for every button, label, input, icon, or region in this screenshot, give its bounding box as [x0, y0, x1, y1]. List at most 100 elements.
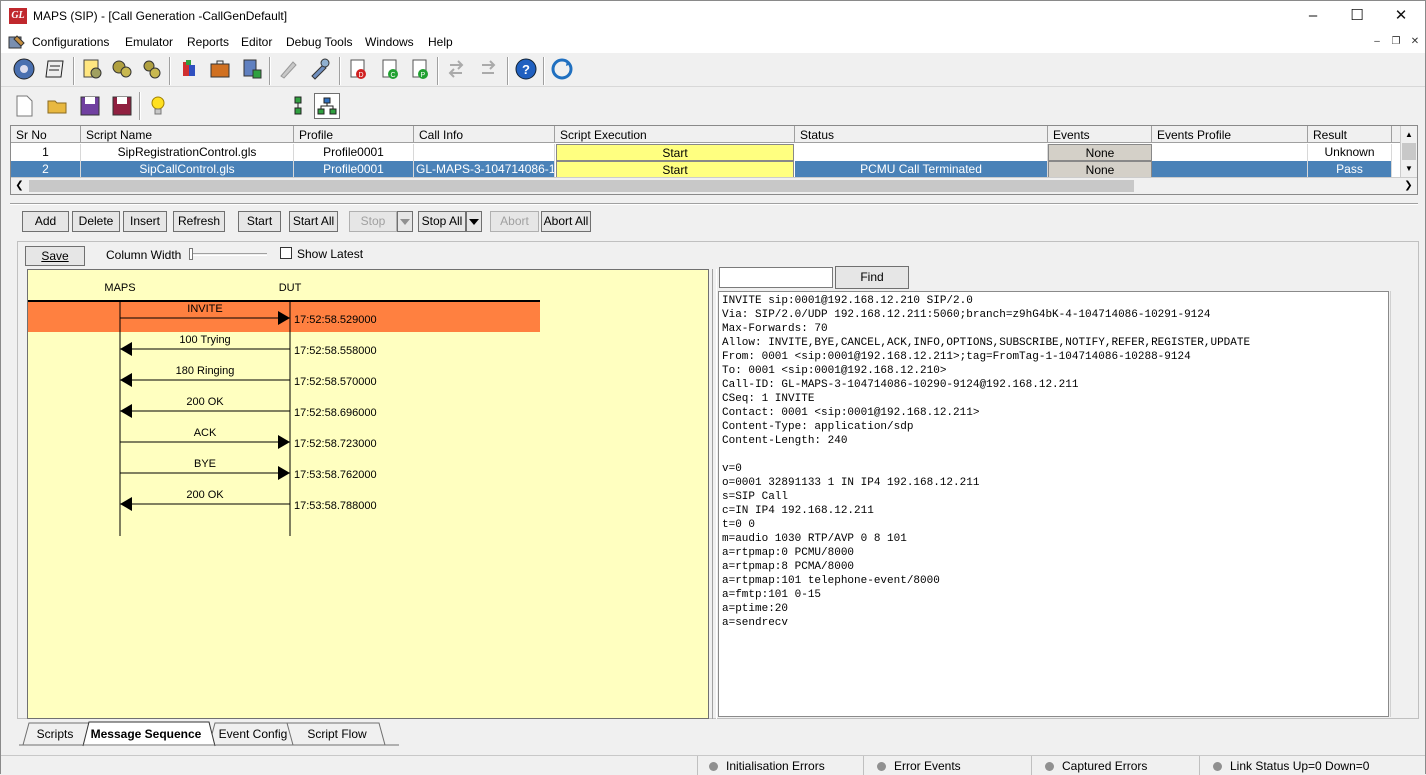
header-events[interactable]: Events	[1048, 126, 1152, 143]
header-result[interactable]: Result	[1308, 126, 1392, 143]
message-label: ACK	[194, 427, 217, 439]
sequence-message[interactable]: 100 Trying 17:52:58.558000	[120, 334, 377, 357]
notes-icon[interactable]	[42, 56, 68, 82]
start-script-button[interactable]: Start	[556, 161, 794, 178]
status-bar: Initialisation Errors Error Events Captu…	[1, 755, 1425, 775]
find-input[interactable]	[719, 267, 833, 288]
report-d-icon[interactable]: D	[345, 56, 371, 82]
sequence-message[interactable]: 180 Ringing 17:52:58.570000	[120, 365, 377, 388]
tab-event-config[interactable]: Event Config	[215, 723, 291, 745]
script-settings-icon[interactable]	[79, 56, 105, 82]
mdi-child-icon[interactable]	[8, 34, 26, 50]
stop-all-dropdown[interactable]	[466, 211, 482, 232]
start-all-button[interactable]: Start All	[289, 211, 338, 232]
refresh-button[interactable]: Refresh	[173, 211, 225, 232]
header-script-execution[interactable]: Script Execution	[555, 126, 795, 143]
menu-emulator[interactable]: Emulator	[125, 35, 173, 49]
menu-help[interactable]: Help	[428, 35, 453, 49]
stop-button[interactable]: Stop	[349, 211, 397, 232]
column-width-slider[interactable]	[189, 248, 267, 260]
insert-button[interactable]: Insert	[123, 211, 167, 232]
scroll-down-icon[interactable]: ▼	[1401, 160, 1417, 177]
menu-windows[interactable]: Windows	[365, 35, 414, 49]
stop-all-button[interactable]: Stop All	[418, 211, 466, 232]
header-sr-no[interactable]: Sr No	[11, 126, 81, 143]
abort-button[interactable]: Abort	[490, 211, 539, 232]
menu-configurations[interactable]: Configurations	[32, 35, 109, 49]
abort-all-button[interactable]: Abort All	[541, 211, 591, 232]
minimize-icon[interactable]: –	[1291, 1, 1335, 31]
status-divider	[863, 756, 864, 775]
status-error-events[interactable]: Error Events	[877, 759, 961, 773]
status-initialisation-errors[interactable]: Initialisation Errors	[709, 759, 825, 773]
secure-script-icon[interactable]	[239, 56, 265, 82]
status-captured-errors[interactable]: Captured Errors	[1045, 759, 1147, 773]
tab-message-sequence[interactable]: Message Sequence	[87, 723, 205, 745]
save-sequence-button[interactable]: Save	[25, 246, 85, 266]
lightbulb-icon[interactable]	[145, 93, 171, 119]
header-events-profile[interactable]: Events Profile	[1152, 126, 1308, 143]
scroll-left-icon[interactable]: ❮	[11, 178, 28, 194]
database-icon[interactable]	[177, 56, 203, 82]
open-folder-icon[interactable]	[45, 93, 71, 119]
message-sequence-panel[interactable]: MAPS DUT INVITE 17:52:58.529000 100 Trying 17…	[27, 269, 709, 719]
add-button[interactable]: Add	[22, 211, 69, 232]
sequence-message[interactable]: BYE 17:53:58.762000	[120, 458, 377, 481]
grid-horizontal-scrollbar[interactable]: ❮ ❯	[11, 177, 1417, 194]
help-icon[interactable]: ?	[513, 56, 539, 82]
tree-layout-icon[interactable]	[314, 93, 340, 119]
configuration-gear-icon[interactable]	[11, 56, 37, 82]
vertical-layout-icon[interactable]	[285, 93, 311, 119]
bulk-gears-icon[interactable]	[139, 56, 165, 82]
briefcase-icon[interactable]	[207, 56, 233, 82]
start-script-button[interactable]: Start	[556, 144, 794, 161]
find-button[interactable]: Find	[835, 266, 909, 289]
show-latest-checkbox[interactable]	[280, 247, 292, 259]
maximize-icon[interactable]: ☐	[1335, 1, 1379, 31]
menu-reports[interactable]: Reports	[187, 35, 229, 49]
tab-scripts[interactable]: Scripts	[33, 723, 77, 745]
mdi-minimize-icon[interactable]: –	[1369, 35, 1385, 49]
status-label: Initialisation Errors	[726, 759, 825, 773]
scroll-right-icon[interactable]: ❯	[1400, 178, 1417, 194]
slider-thumb[interactable]	[189, 248, 193, 260]
pane-splitter[interactable]	[712, 269, 717, 719]
save-as-disk-icon[interactable]	[109, 93, 135, 119]
table-row[interactable]: 1 SipRegistrationControl.gls Profile0001…	[11, 144, 1401, 161]
mdi-restore-icon[interactable]: ❐	[1388, 35, 1404, 49]
report-c-icon[interactable]: C	[377, 56, 403, 82]
header-script-name[interactable]: Script Name	[81, 126, 294, 143]
profile-gears-icon[interactable]	[109, 56, 135, 82]
status-link-status[interactable]: Link Status Up=0 Down=0	[1213, 759, 1369, 773]
message-detail-text: INVITE sip:0001@192.168.12.210 SIP/2.0 V…	[722, 295, 1251, 629]
table-row-selected[interactable]: 2 SipCallControl.gls Profile0001 GL-MAPS…	[11, 161, 1401, 178]
delete-button[interactable]: Delete	[72, 211, 120, 232]
scroll-thumb[interactable]	[1402, 143, 1416, 160]
header-profile[interactable]: Profile	[294, 126, 414, 143]
menu-editor[interactable]: Editor	[241, 35, 272, 49]
close-icon[interactable]: ✕	[1379, 1, 1423, 31]
tab-script-flow[interactable]: Script Flow	[301, 723, 373, 745]
report-p-icon[interactable]: P	[407, 56, 433, 82]
start-button[interactable]: Start	[238, 211, 281, 232]
stop-dropdown[interactable]	[397, 211, 413, 232]
sequence-message[interactable]: 200 OK 17:52:58.696000	[120, 396, 377, 419]
new-file-icon[interactable]	[11, 93, 37, 119]
scroll-thumb[interactable]	[29, 180, 1134, 192]
header-call-info[interactable]: Call Info	[414, 126, 555, 143]
scroll-up-icon[interactable]: ▲	[1401, 126, 1417, 143]
sequence-message[interactable]: ACK 17:52:58.723000	[120, 427, 377, 450]
sequence-message[interactable]: 200 OK 17:53:58.788000	[120, 489, 377, 512]
splitter[interactable]	[10, 203, 1418, 205]
save-disk-icon[interactable]	[77, 93, 103, 119]
menu-debug-tools[interactable]: Debug Tools	[286, 35, 353, 49]
events-none-button[interactable]: None	[1048, 161, 1152, 178]
mdi-close-icon[interactable]: ✕	[1407, 35, 1423, 49]
wrench-tool-icon[interactable]	[307, 56, 333, 82]
message-timestamp: 17:52:58.570000	[294, 376, 377, 388]
refresh-cycle-icon[interactable]	[549, 56, 575, 82]
header-status[interactable]: Status	[795, 126, 1048, 143]
grid-vertical-scrollbar[interactable]: ▲ ▼	[1400, 126, 1417, 177]
message-detail-panel[interactable]: INVITE sip:0001@192.168.12.210 SIP/2.0 V…	[718, 291, 1389, 717]
events-none-button[interactable]: None	[1048, 144, 1152, 161]
